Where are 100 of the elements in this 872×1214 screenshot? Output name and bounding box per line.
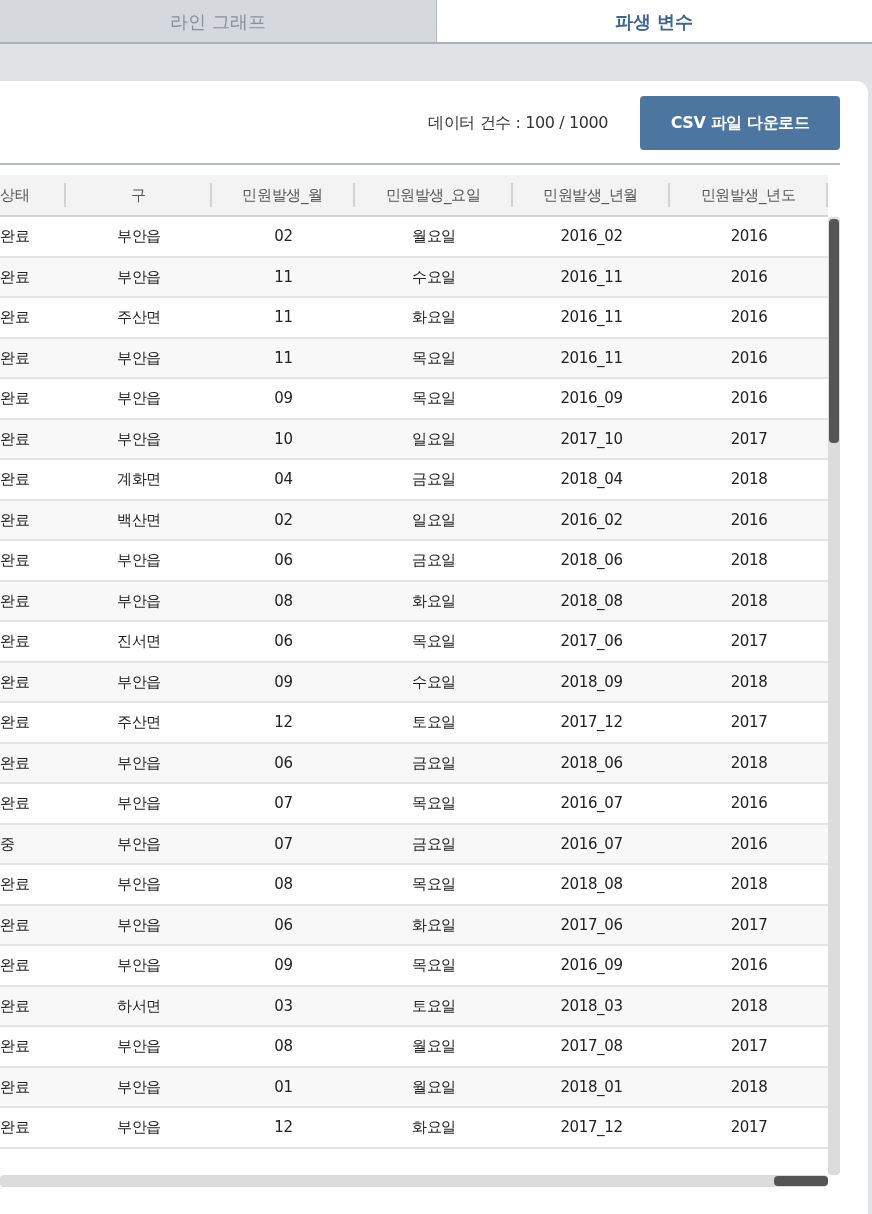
table-row[interactable]: 완료 백산면 02 일요일 2016_02 2016: [0, 500, 828, 541]
table-cell-text: 2018_01: [560, 1076, 623, 1098]
table-cell-text: 06: [274, 914, 293, 936]
table-cell-text: 2016_02: [560, 509, 623, 531]
column-header[interactable]: 구: [130, 183, 146, 207]
table-cell-text: 2017: [730, 914, 768, 936]
table-cell-text: 토요일: [412, 995, 456, 1017]
table-cell-text: 화요일: [412, 914, 456, 936]
table-cell-text: 2018_08: [560, 590, 623, 612]
table-cell-text: 하서면: [117, 995, 161, 1017]
table-cell-text: 11: [274, 307, 293, 328]
table-cell-text: 02: [274, 509, 293, 531]
table-cell-text: 03: [274, 995, 293, 1017]
table-cell-text: 06: [274, 631, 293, 652]
table-cell-text: 09: [274, 388, 293, 409]
table-cell-text: 2016: [730, 388, 768, 409]
table-cell-text: 부안읍: [117, 671, 161, 693]
table-cell-text: 2018: [730, 550, 768, 571]
table-row[interactable]: 완료 부안읍 01 월요일 2018_01 2018: [0, 1067, 828, 1108]
table-cell-text: 완료: [0, 1117, 30, 1138]
table-cell-text: 2017: [730, 1036, 768, 1057]
table-row[interactable]: 완료 부안읍 06 화요일 2017_06 2017: [0, 905, 828, 946]
table-cell-text: 2018: [730, 752, 768, 774]
table-cell-text: 08: [274, 590, 293, 612]
table-cell-text: 부안읍: [117, 1076, 161, 1098]
table-row[interactable]: 완료 부안읍 10 일요일 2017_10 2017: [0, 419, 828, 460]
table-row[interactable]: 완료 부안읍 06 금요일 2018_06 2018: [0, 743, 828, 784]
table-cell-text: 2017_08: [560, 1036, 623, 1057]
table-cell-text: 2018: [730, 469, 768, 490]
table-cell-text: 완료: [0, 266, 30, 288]
vertical-scrollbar[interactable]: [828, 217, 840, 1175]
table-cell-text: 목요일: [412, 955, 456, 976]
table-cell-text: 09: [274, 671, 293, 693]
table-cell-text: 완료: [0, 914, 30, 936]
csv-download-button[interactable]: CSV 파일 다운로드: [640, 96, 840, 150]
table-cell-text: 완료: [0, 995, 30, 1017]
table-cell-text: 중: [0, 833, 15, 855]
table-cell-text: 부안읍: [117, 1036, 161, 1057]
table-cell-text: 금요일: [412, 833, 456, 855]
table-cell-text: 완료: [0, 671, 30, 693]
table-cell-text: 2016: [730, 266, 768, 288]
table-cell-text: 완료: [0, 631, 30, 652]
table-cell-text: 완료: [0, 550, 30, 571]
table-cell-text: 화요일: [412, 590, 456, 612]
table-cell-text: 2016_07: [560, 833, 623, 855]
table-row[interactable]: 완료 부안읍 08 화요일 2018_08 2018: [0, 581, 828, 622]
table-cell-text: 월요일: [412, 1036, 456, 1057]
tab[interactable]: 파생 변수: [436, 0, 872, 42]
table-row[interactable]: 완료 부안읍 11 수요일 2016_11 2016: [0, 257, 828, 298]
scrollbar-thumb[interactable]: [774, 1176, 828, 1186]
table-cell-text: 완료: [0, 590, 30, 612]
table-cell-text: 완료: [0, 793, 30, 814]
table-cell-text: 부안읍: [117, 226, 161, 247]
column-header[interactable]: 민원발생_월: [242, 183, 323, 207]
table-cell-text: 완료: [0, 1076, 30, 1098]
table-cell-text: 완료: [0, 509, 30, 531]
table-cell-text: 06: [274, 550, 293, 571]
table-cell-text: 2018: [730, 671, 768, 693]
table-cell-text: 목요일: [412, 347, 456, 369]
table-row[interactable]: 완료 부안읍 09 수요일 2018_09 2018: [0, 662, 828, 703]
column-header[interactable]: 민원발생_년도: [700, 183, 796, 207]
table-cell-text: 월요일: [412, 1076, 456, 1098]
table-cell-text: 완료: [0, 752, 30, 774]
table-cell-text: 부안읍: [117, 752, 161, 774]
table-cell-text: 12: [274, 712, 293, 733]
table-cell-text: 2018: [730, 1076, 768, 1098]
table-cell-text: 화요일: [412, 1117, 456, 1138]
table-cell-text: 2018_09: [560, 671, 623, 693]
table-cell-text: 주산면: [117, 712, 161, 733]
table-cell-text: 화요일: [412, 307, 456, 328]
table-cell-text: 완료: [0, 347, 30, 369]
table-cell-text: 완료: [0, 712, 30, 733]
table-cell-text: 2016_07: [560, 793, 623, 814]
table-cell-text: 부안읍: [117, 1117, 161, 1138]
table-cell-text: 2017_06: [560, 631, 623, 652]
table-cell-text: 부안읍: [117, 266, 161, 288]
table-row[interactable]: 완료 부안읍 11 목요일 2016_11 2016: [0, 338, 828, 379]
table-cell-text: 08: [274, 1036, 293, 1057]
table-cell-text: 2017: [730, 631, 768, 652]
scrollbar-thumb[interactable]: [829, 219, 839, 443]
table-cell-text: 12: [274, 1117, 293, 1138]
horizontal-scrollbar[interactable]: [0, 1175, 828, 1187]
table-cell-text: 2017: [730, 712, 768, 733]
table-cell-text: 완료: [0, 874, 30, 895]
table-cell-text: 2016_09: [560, 955, 623, 976]
table-cell-text: 09: [274, 955, 293, 976]
table-cell-text: 목요일: [412, 631, 456, 652]
table-cell-text: 부안읍: [117, 833, 161, 855]
column-header[interactable]: 민원발생_요일: [385, 183, 481, 207]
table-cell-text: 금요일: [412, 550, 456, 571]
table-row[interactable]: 중 부안읍 07 금요일 2016_07 2016: [0, 824, 828, 865]
table-cell-text: 완료: [0, 226, 30, 247]
table-cell-text: 2016_02: [560, 226, 623, 247]
table-cell-text: 10: [274, 428, 293, 450]
table-cell-text: 2018_06: [560, 550, 623, 571]
table-cell-text: 2018_04: [560, 469, 623, 490]
column-header[interactable]: 상태: [0, 183, 30, 207]
column-header[interactable]: 민원발생_년월: [543, 183, 638, 207]
table-row[interactable]: 완료 하서면 03 토요일 2018_03 2018: [0, 986, 828, 1027]
table-cell-text: 주산면: [117, 307, 161, 328]
